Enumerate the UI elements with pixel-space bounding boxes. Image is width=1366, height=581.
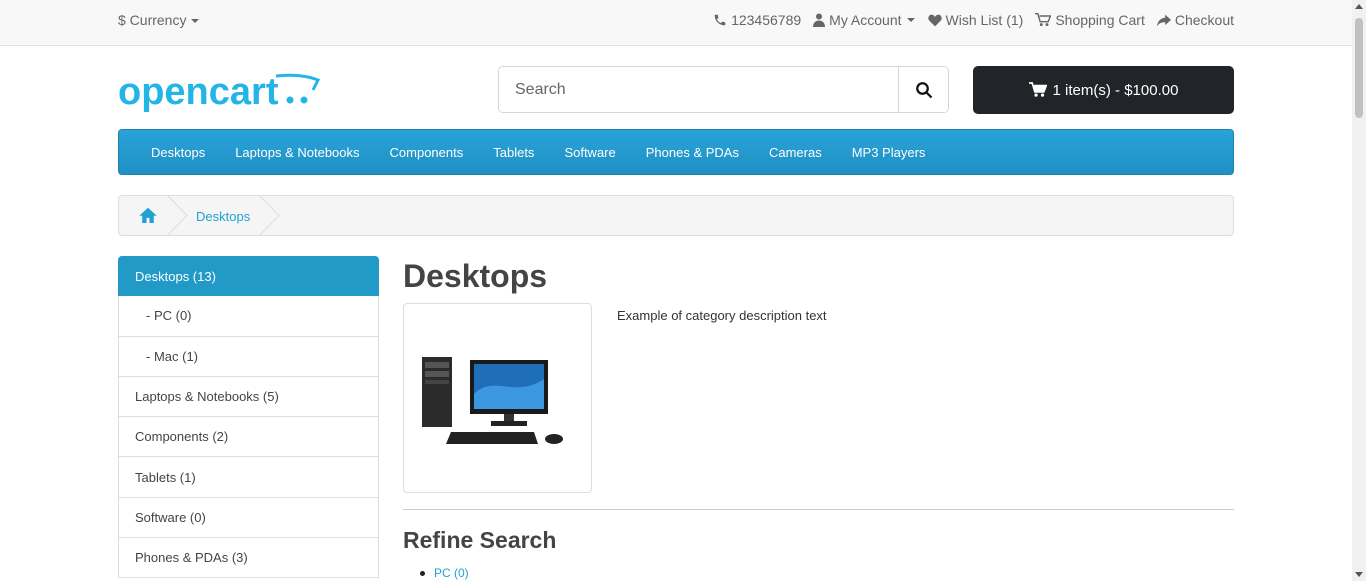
category-item-tablets[interactable]: Tablets (1) xyxy=(118,457,379,498)
category-list: Desktops (13) - PC (0) - Mac (1) Laptops… xyxy=(118,256,379,579)
menu-item-desktops[interactable]: Desktops xyxy=(136,145,220,160)
refine-item-pc[interactable]: PC (0) xyxy=(420,566,469,580)
menu-item-components[interactable]: Components xyxy=(375,145,479,160)
user-icon xyxy=(813,13,826,27)
breadcrumb-desktops[interactable]: Desktops xyxy=(196,209,250,224)
phone-link[interactable]: 123456789 xyxy=(713,12,801,28)
checkout-label: Checkout xyxy=(1174,12,1234,28)
menu-item-cameras[interactable]: Cameras xyxy=(754,145,837,160)
menu-item-phones[interactable]: Phones & PDAs xyxy=(631,145,754,160)
shopping-cart-link[interactable]: Shopping Cart xyxy=(1035,12,1145,28)
shopping-cart-icon xyxy=(1028,82,1047,97)
category-item-phones[interactable]: Phones & PDAs (3) xyxy=(118,538,379,579)
shopping-cart-icon xyxy=(1035,13,1052,26)
breadcrumb-separator xyxy=(259,195,280,236)
category-item-pc[interactable]: - PC (0) xyxy=(118,296,379,337)
keyboard-shape xyxy=(446,432,538,444)
category-image xyxy=(403,303,592,493)
caret-down-icon xyxy=(191,19,200,23)
search-button[interactable] xyxy=(898,67,948,112)
menu-item-tablets[interactable]: Tablets xyxy=(478,145,549,160)
top-bar: $ Currency 123456789 My Account Wish Lis… xyxy=(0,0,1352,46)
breadcrumb-separator xyxy=(167,195,188,236)
scroll-thumb[interactable] xyxy=(1355,18,1363,118)
my-account-label: My Account xyxy=(829,12,902,28)
logo-cart-handle xyxy=(275,73,321,91)
search-icon xyxy=(915,81,932,98)
cart-button[interactable]: 1 item(s) - $100.00 xyxy=(973,66,1234,114)
scroll-up-arrow[interactable] xyxy=(1355,4,1363,9)
caret-down-icon xyxy=(906,18,915,22)
category-description: Example of category description text xyxy=(617,308,827,323)
heart-icon xyxy=(927,14,942,26)
site-logo[interactable]: opencart xyxy=(118,68,323,118)
currency-dropdown[interactable]: $ Currency xyxy=(118,12,200,28)
wish-list-label: Wish List (1) xyxy=(945,12,1024,28)
shopping-cart-label: Shopping Cart xyxy=(1055,12,1145,28)
my-account-dropdown[interactable]: My Account xyxy=(813,12,915,28)
checkout-link[interactable]: Checkout xyxy=(1156,12,1234,28)
menu-item-laptops[interactable]: Laptops & Notebooks xyxy=(220,145,374,160)
menu-item-software[interactable]: Software xyxy=(549,145,630,160)
logo-wheel xyxy=(300,96,308,104)
category-item-laptops[interactable]: Laptops & Notebooks (5) xyxy=(118,376,379,418)
wish-list-link[interactable]: Wish List (1) xyxy=(927,12,1024,28)
phone-number: 123456789 xyxy=(731,12,802,28)
breadcrumb: Desktops xyxy=(118,195,1234,236)
search-box xyxy=(498,66,949,113)
logo-wheel xyxy=(286,96,294,104)
search-input[interactable] xyxy=(499,67,898,112)
share-icon xyxy=(1156,14,1171,26)
home-icon xyxy=(139,207,157,223)
logo-text: opencart xyxy=(118,71,279,113)
refine-search-list: PC (0) xyxy=(420,566,469,580)
category-item-mac[interactable]: - Mac (1) xyxy=(118,336,379,377)
category-item-components[interactable]: Components (2) xyxy=(118,417,379,458)
home-link[interactable] xyxy=(139,207,157,226)
currency-label: $ Currency xyxy=(118,12,187,28)
main-menu: Desktops Laptops & Notebooks Components … xyxy=(118,129,1234,175)
phone-icon xyxy=(714,14,726,26)
scroll-down-arrow[interactable] xyxy=(1355,572,1363,577)
category-item-desktops[interactable]: Desktops (13) xyxy=(118,256,379,297)
page-scrollbar[interactable] xyxy=(1352,0,1366,581)
category-item-software[interactable]: Software (0) xyxy=(118,497,379,539)
menu-item-mp3[interactable]: MP3 Players xyxy=(837,145,941,160)
refine-search-heading: Refine Search xyxy=(403,527,557,553)
page-title: Desktops xyxy=(403,258,548,294)
mouse-shape xyxy=(545,434,563,444)
divider xyxy=(403,509,1234,510)
cart-total-label: 1 item(s) - $100.00 xyxy=(1052,81,1179,99)
